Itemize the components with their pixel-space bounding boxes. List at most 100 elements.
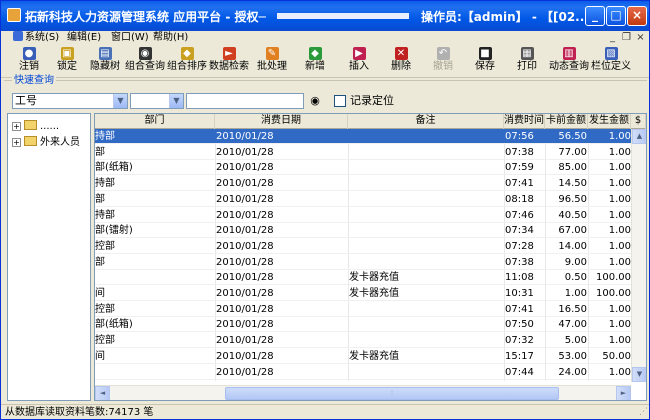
search-input[interactable] <box>186 93 304 109</box>
cell-time: 11:08 <box>505 272 534 284</box>
cell-amount: 1.00 <box>608 178 631 190</box>
app-window: 拓新科技人力资源管理系统 应用平台 - 授权─ 操作员:【admin】 - 【[… <box>0 0 650 420</box>
column-header-amount-before[interactable]: 卡前金额 <box>545 114 588 129</box>
cell-note <box>349 239 504 254</box>
toolbar-button-12[interactable]: ▦ 打印 <box>507 47 547 77</box>
table-row[interactable]: 部(镭射) 2010/01/28 07:34 67.00 1.00 <box>95 223 631 239</box>
cell-note <box>349 192 504 207</box>
cell-amount: 1.00 <box>608 162 631 174</box>
cell-date: 2010/01/28 <box>216 335 274 347</box>
cell-time: 07:41 <box>505 178 534 190</box>
toolbar-button-10[interactable]: ↶ 撤销 <box>423 47 463 77</box>
minimize-button[interactable]: _ <box>585 6 605 26</box>
field-select[interactable]: 工号 ▼ <box>12 93 128 109</box>
toolbar-button-label: 撤销 <box>433 61 453 72</box>
toolbar-button-3[interactable]: ◉ 组合查询 <box>125 47 165 77</box>
table-row[interactable]: 间 2010/01/28 发卡器充值 10:31 1.00 100.00 <box>95 286 631 301</box>
cell-amount: 100.00 <box>596 288 631 299</box>
cell-amount-before: 5.00 <box>564 335 587 347</box>
cell-amount: 1.00 <box>608 240 631 252</box>
cell-date: 2010/01/28 <box>216 146 274 158</box>
table-row[interactable]: 持部 2010/01/28 07:41 14.50 1.00 <box>95 176 631 192</box>
cell-time: 07:50 <box>505 319 534 331</box>
expand-icon[interactable]: + <box>12 122 21 131</box>
menu-edit[interactable]: 编辑(E) <box>67 31 101 45</box>
system-menu-icon <box>13 31 23 41</box>
toolbar-button-8[interactable]: ▶ 插入 <box>339 47 379 77</box>
print-icon: ▦ <box>520 47 534 60</box>
table-row[interactable]: 控部 2010/01/28 07:41 16.50 1.00 <box>95 302 631 317</box>
column-header-time[interactable]: 消费时间 <box>504 114 545 129</box>
table-row[interactable]: 间 2010/01/28 发卡器充值 15:17 53.00 50.00 <box>95 349 631 364</box>
toolbar-button-14[interactable]: ▧ 栏位定义 <box>591 47 631 77</box>
column-header-dept[interactable]: 部门 <box>95 114 215 129</box>
expand-icon[interactable]: + <box>12 138 21 147</box>
column-header-amount[interactable]: 发生金额 <box>588 114 631 129</box>
cell-dept <box>95 270 213 285</box>
cell-amount: 50.00 <box>602 350 631 362</box>
vertical-scrollbar[interactable]: ▲ ▼ <box>631 129 646 382</box>
toolbar-button-7[interactable]: ◆ 新增 <box>295 47 335 77</box>
record-locate-checkbox[interactable] <box>334 95 346 107</box>
toolbar-button-0[interactable]: ● 注销 <box>9 47 49 77</box>
horizontal-scrollbar[interactable]: ◄ ⦙ ► <box>95 385 631 400</box>
toolbar-button-11[interactable]: ■ 保存 <box>465 47 505 77</box>
table-row[interactable]: 部(纸箱) 2010/01/28 07:59 85.00 1.00 <box>95 160 631 176</box>
table-row[interactable]: 持部 2010/01/28 07:56 56.50 1.00 <box>95 129 631 144</box>
toolbar-button-5[interactable]: ► 数据检索 <box>209 47 249 77</box>
menu-window[interactable]: 窗口(W) <box>111 31 149 45</box>
toolbar-button-6[interactable]: ✎ 批处理 <box>252 47 292 77</box>
cell-dept: 部(纸箱) <box>95 162 133 174</box>
search-binoculars-button[interactable]: ◉ <box>306 92 324 110</box>
resize-grip-icon[interactable]: ⋰ <box>636 406 648 418</box>
table-row[interactable]: 部 2010/01/28 07:38 77.00 1.00 <box>95 145 631 160</box>
toolbar-button-label: 动态查询 <box>549 61 589 72</box>
table-row[interactable]: 2010/01/28 发卡器充值 11:08 0.50 100.00 <box>95 270 631 286</box>
table-row[interactable]: 持部 2010/01/28 07:46 40.50 1.00 <box>95 208 631 223</box>
tree-node[interactable]: + 外来人员 <box>12 136 80 150</box>
mdi-close-button[interactable]: × <box>634 32 647 44</box>
cell-time: 07:59 <box>505 162 534 174</box>
operator-select[interactable]: ▼ <box>130 93 184 109</box>
menu-help[interactable]: 帮助(H) <box>153 31 188 45</box>
column-header-date[interactable]: 消费日期 <box>215 114 348 129</box>
title-bar[interactable]: 拓新科技人力资源管理系统 应用平台 - 授权─ 操作员:【admin】 - 【[… <box>1 1 649 31</box>
scroll-left-button[interactable]: ◄ <box>95 386 110 400</box>
cell-time: 07:44 <box>505 366 534 378</box>
mdi-minimize-button[interactable]: _ <box>606 32 619 44</box>
mdi-restore-button[interactable]: ❐ <box>620 32 633 44</box>
toolbar-button-4[interactable]: ◆ 组合排序 <box>167 47 207 77</box>
table-row[interactable]: 部 2010/01/28 08:18 96.50 1.00 <box>95 192 631 207</box>
tree-node[interactable]: +...... <box>12 120 59 134</box>
column-header-note[interactable]: 备注 <box>348 114 504 129</box>
menu-system[interactable]: 系统(S) <box>13 31 59 45</box>
chevron-down-icon[interactable]: ▼ <box>113 94 127 108</box>
cell-time: 07:46 <box>505 209 534 221</box>
horizontal-scroll-thumb[interactable]: ⦙ <box>225 387 559 400</box>
column-header-extra[interactable]: $ <box>631 114 646 129</box>
cell-amount: 100.00 <box>596 272 631 284</box>
maximize-button[interactable]: □ <box>606 6 626 26</box>
table-row[interactable]: 控部 2010/01/28 07:32 5.00 1.00 <box>95 333 631 349</box>
cell-note <box>349 333 504 348</box>
close-button[interactable]: × <box>627 6 647 26</box>
table-row[interactable]: 部(纸箱) 2010/01/28 07:50 47.00 1.00 <box>95 317 631 333</box>
toolbar-button-9[interactable]: ✕ 删除 <box>381 47 421 77</box>
table-row[interactable]: 2010/01/28 07:44 24.00 1.00 <box>95 365 631 380</box>
scroll-up-button[interactable]: ▲ <box>632 129 646 144</box>
chevron-down-icon[interactable]: ▼ <box>169 94 183 108</box>
cell-note <box>349 176 504 191</box>
toolbar-button-13[interactable]: ▥ 动态查询 <box>549 47 589 77</box>
table-row[interactable]: 部 2010/01/28 07:38 9.00 1.00 <box>95 255 631 270</box>
cell-amount-before: 14.50 <box>558 178 587 190</box>
batch-icon: ✎ <box>265 47 279 60</box>
toolbar-button-2[interactable]: ▤ 隐藏树 <box>85 47 125 77</box>
table-row[interactable]: 控部 2010/01/28 07:28 14.00 1.00 <box>95 239 631 254</box>
cell-amount: 1.00 <box>608 335 631 347</box>
scroll-right-button[interactable]: ► <box>616 386 631 400</box>
toolbar-button-1[interactable]: ▣ 锁定 <box>47 47 87 77</box>
sort-icon: ◆ <box>180 47 194 60</box>
cell-time: 07:41 <box>505 303 534 315</box>
scroll-down-button[interactable]: ▼ <box>632 367 646 382</box>
operator-label: 操作员:【admin】 - 【[02... <box>421 10 589 24</box>
